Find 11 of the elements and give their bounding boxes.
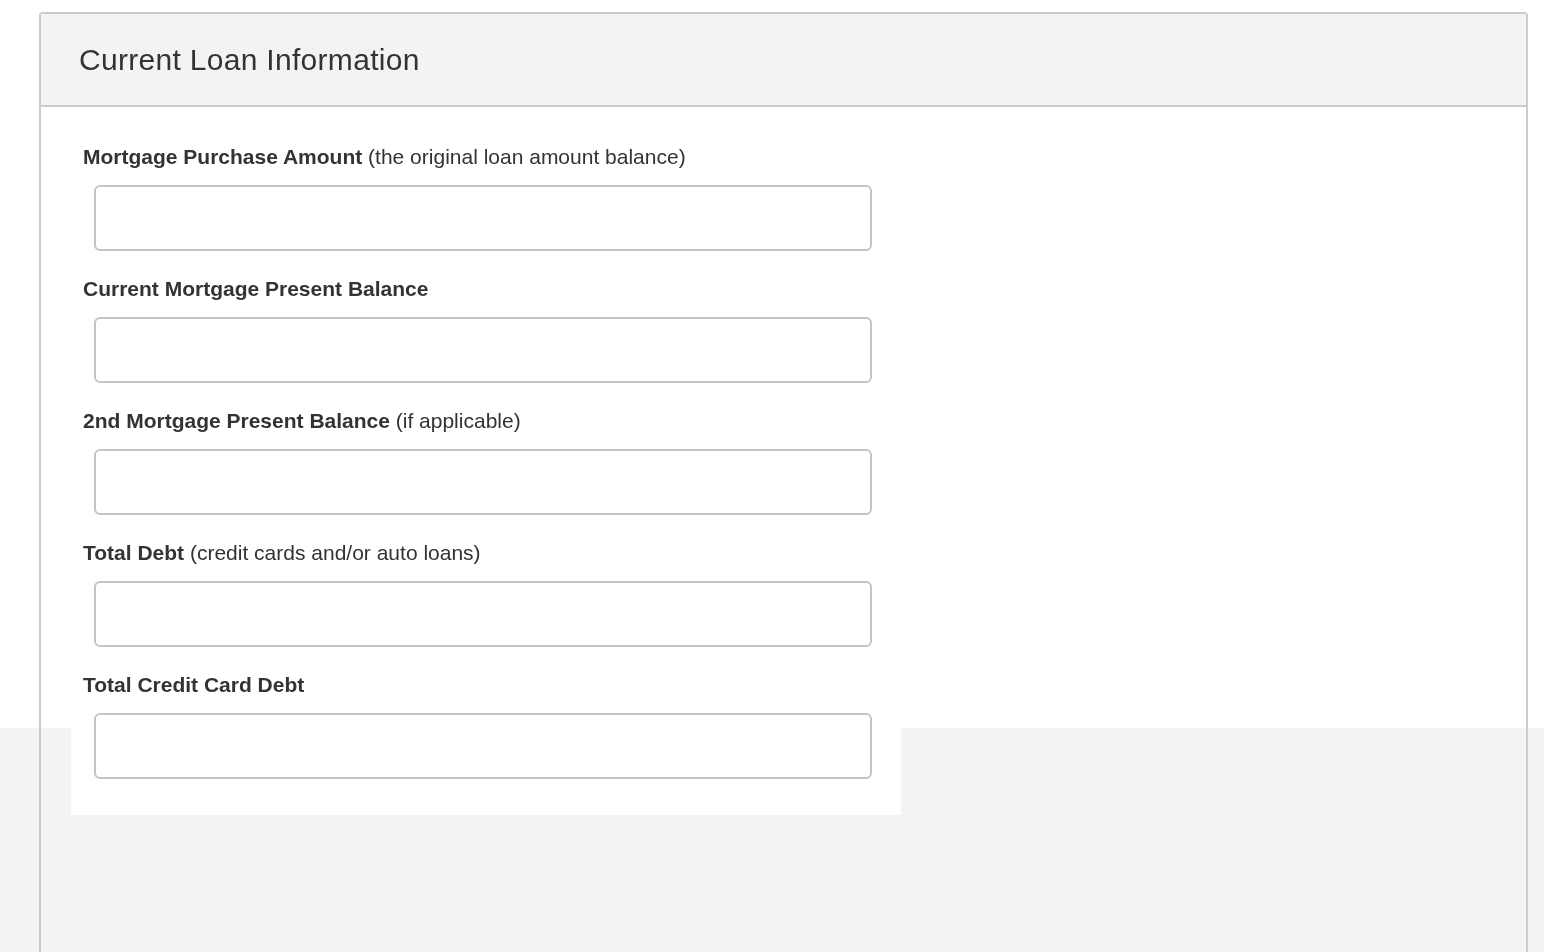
field-label: Current Mortgage Present Balance bbox=[83, 277, 430, 301]
input-field[interactable] bbox=[94, 581, 872, 647]
input-field[interactable] bbox=[94, 449, 872, 515]
input-field[interactable] bbox=[94, 185, 872, 251]
input-field[interactable] bbox=[94, 713, 872, 779]
field-label: Total Debt (credit cards and/or auto loans) bbox=[83, 541, 482, 565]
field-label: Mortgage Purchase Amount (the original loan amount balance) bbox=[83, 145, 687, 169]
field-label: 2nd Mortgage Present Balance (if applicable) bbox=[83, 409, 522, 433]
panel-title: Current Loan Information bbox=[79, 42, 420, 77]
field-label: Total Credit Card Debt bbox=[83, 673, 306, 697]
input-field[interactable] bbox=[94, 317, 872, 383]
